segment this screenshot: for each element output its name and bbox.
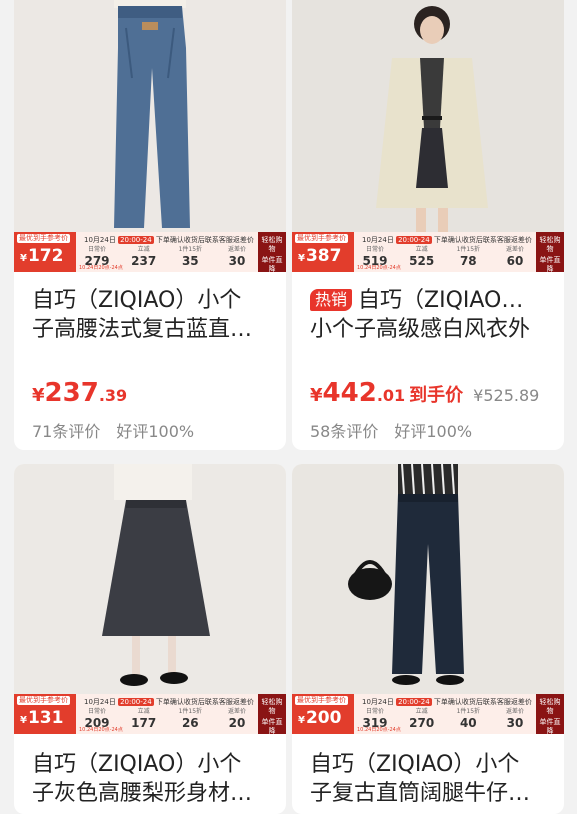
- product-title[interactable]: 自巧（ZIQIAO）小个 子灰色高腰梨形身材…: [32, 750, 268, 808]
- review-summary: 58条评价 好评100%: [310, 418, 472, 442]
- best-price-tag: 最优到手参考价: [295, 696, 348, 705]
- price-breakdown-item: 1件15折 78: [456, 246, 481, 268]
- price-banner: 最优到手参考价 ¥200 10月24日 20:00-24 下单确认收货后联系客服…: [292, 694, 564, 735]
- original-price: ¥525.89: [473, 386, 540, 405]
- price-banner: 最优到手参考价 ¥172 10月24日 20:00-24 下单确认收货后联系客服…: [14, 232, 286, 273]
- price-breakdown-item: 立减 177: [131, 708, 157, 730]
- review-count: 71条评价: [32, 422, 101, 441]
- best-price-tag: 最优到手参考价: [17, 234, 70, 243]
- best-price: ¥387: [298, 246, 342, 266]
- best-price: ¥131: [20, 708, 64, 728]
- promo-line: 10月24日 20:00-24 下单确认收货后联系客服返差价: [362, 698, 532, 706]
- promo-line: 10月24日 20:00-24 下单确认收货后联系客服返差价: [84, 698, 254, 706]
- promo-line: 10月24日 20:00-24 下单确认收货后联系客服返差价: [84, 236, 254, 244]
- best-price-tag: 最优到手参考价: [295, 234, 348, 243]
- price-breakdown-item: 返差价 60: [505, 246, 524, 268]
- final-price-label: 到手价: [409, 385, 464, 406]
- price-breakdown-item: 立减 525: [409, 246, 435, 268]
- price-breakdown-item: 返差价 30: [505, 708, 524, 730]
- product-grid: 最优到手参考价 ¥172 10月24日 20:00-24 下单确认收货后联系客服…: [0, 0, 577, 814]
- price-breakdown-item: 立减 270: [409, 708, 435, 730]
- product-title[interactable]: 自巧（ZIQIAO）小个 子高腰法式复古蓝直…: [32, 286, 268, 344]
- product-title[interactable]: 热销 自巧（ZIQIAO… 小个子高级感白风衣外: [310, 286, 546, 344]
- price-banner: 最优到手参考价 ¥387 10月24日 20:00-24 下单确认收货后联系客服…: [292, 232, 564, 273]
- price-breakdown-item: 1件15折 35: [178, 246, 203, 268]
- promo-date-range: 10.24日20点-24点: [357, 265, 401, 271]
- price-banner: 最优到手参考价 ¥131 10月24日 20:00-24 下单确认收货后联系客服…: [14, 694, 286, 735]
- product-title[interactable]: 自巧（ZIQIAO）小个 子复古直筒阔腿牛仔…: [310, 750, 546, 808]
- promo-line: 10月24日 20:00-24 下单确认收货后联系客服返差价: [362, 236, 532, 244]
- good-rate: 好评100%: [394, 422, 473, 441]
- review-count: 58条评价: [310, 422, 379, 441]
- price-breakdown-item: 立减 237: [131, 246, 157, 268]
- hot-sale-badge: 热销: [310, 289, 353, 311]
- review-summary: 71条评价 好评100%: [32, 418, 194, 442]
- promo-date-range: 10.24日20点-24点: [357, 727, 401, 733]
- promo-date-range: 10.24日20点-24点: [79, 265, 123, 271]
- best-price: ¥172: [20, 246, 64, 266]
- price-breakdown-item: 1件15折 40: [456, 708, 481, 730]
- price-breakdown-item: 返差价 30: [227, 246, 246, 268]
- product-card[interactable]: 最优到手参考价 ¥200 10月24日 20:00-24 下单确认收货后联系客服…: [292, 464, 564, 814]
- promo-date-range: 10.24日20点-24点: [79, 727, 123, 733]
- price-breakdown-item: 1件15折 26: [178, 708, 203, 730]
- product-card[interactable]: 最优到手参考价 ¥172 10月24日 20:00-24 下单确认收货后联系客服…: [14, 0, 286, 450]
- price-breakdown-item: 返差价 20: [227, 708, 246, 730]
- good-rate: 好评100%: [116, 422, 195, 441]
- best-price: ¥200: [298, 708, 342, 728]
- product-price: ¥237.39: [32, 378, 128, 408]
- product-price: ¥442.01 到手价 ¥525.89: [310, 378, 540, 408]
- product-card[interactable]: 最优到手参考价 ¥131 10月24日 20:00-24 下单确认收货后联系客服…: [14, 464, 286, 814]
- best-price-tag: 最优到手参考价: [17, 696, 70, 705]
- product-card[interactable]: 最优到手参考价 ¥387 10月24日 20:00-24 下单确认收货后联系客服…: [292, 0, 564, 450]
